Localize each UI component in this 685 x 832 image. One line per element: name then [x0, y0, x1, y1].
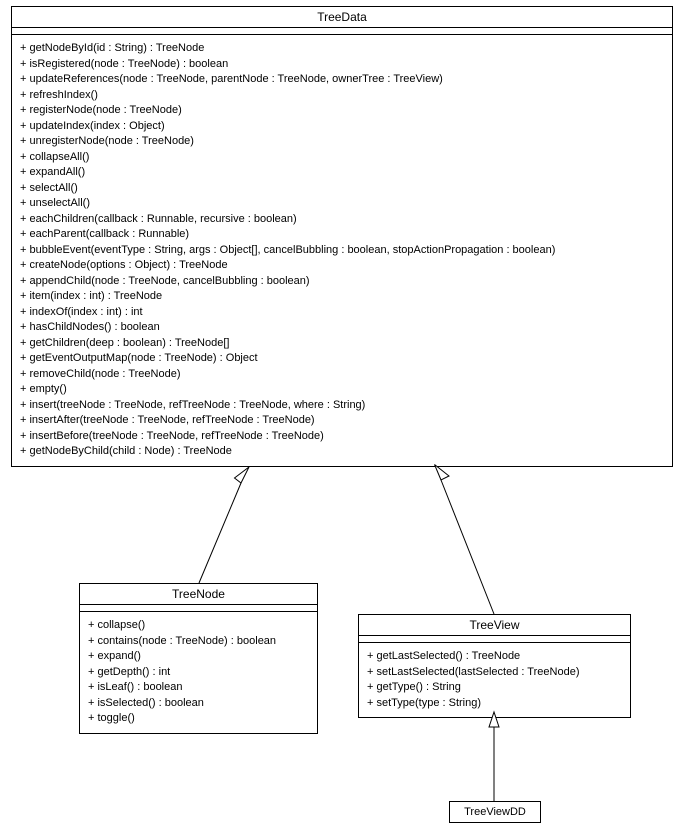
- class-treeviewdd: TreeViewDD: [449, 801, 541, 823]
- operation: + isSelected() : boolean: [88, 696, 309, 712]
- class-treedata: TreeData + getNodeById(id : String) : Tr…: [11, 6, 673, 467]
- class-attrs: [12, 28, 672, 35]
- operation: + getChildren(deep : boolean) : TreeNode…: [20, 336, 664, 352]
- operation: + item(index : int) : TreeNode: [20, 289, 664, 305]
- operation: + unselectAll(): [20, 196, 664, 212]
- operation: + insert(treeNode : TreeNode, refTreeNod…: [20, 398, 664, 414]
- operation: + contains(node : TreeNode) : boolean: [88, 634, 309, 650]
- operation: + bubbleEvent(eventType : String, args :…: [20, 243, 664, 259]
- class-title: TreeData: [12, 7, 672, 28]
- operation: + refreshIndex(): [20, 88, 664, 104]
- class-title: TreeNode: [80, 584, 317, 605]
- operation: + removeChild(node : TreeNode): [20, 367, 664, 383]
- operation: + insertBefore(treeNode : TreeNode, refT…: [20, 429, 664, 445]
- operation: + insertAfter(treeNode : TreeNode, refTr…: [20, 413, 664, 429]
- operation: + getDepth() : int: [88, 665, 309, 681]
- operation: + collapseAll(): [20, 150, 664, 166]
- operation: + indexOf(index : int) : int: [20, 305, 664, 321]
- operation: + appendChild(node : TreeNode, cancelBub…: [20, 274, 664, 290]
- operation: + expandAll(): [20, 165, 664, 181]
- class-ops: + collapse()+ contains(node : TreeNode) …: [80, 612, 317, 733]
- class-ops: + getNodeById(id : String) : TreeNode+ i…: [12, 35, 672, 466]
- class-treenode: TreeNode + collapse()+ contains(node : T…: [79, 583, 318, 734]
- operation: + expand(): [88, 649, 309, 665]
- operation: + eachParent(callback : Runnable): [20, 227, 664, 243]
- operation: + createNode(options : Object) : TreeNod…: [20, 258, 664, 274]
- class-attrs: [80, 605, 317, 612]
- operation: + getLastSelected() : TreeNode: [367, 649, 622, 665]
- operation: + getNodeByChild(child : Node) : TreeNod…: [20, 444, 664, 460]
- class-title: TreeView: [359, 615, 630, 636]
- operation: + selectAll(): [20, 181, 664, 197]
- operation: + hasChildNodes() : boolean: [20, 320, 664, 336]
- operation: + getType() : String: [367, 680, 622, 696]
- class-treeview: TreeView + getLastSelected() : TreeNode+…: [358, 614, 631, 718]
- operation: + empty(): [20, 382, 664, 398]
- operation: + toggle(): [88, 711, 309, 727]
- operation: + updateIndex(index : Object): [20, 119, 664, 135]
- operation: + unregisterNode(node : TreeNode): [20, 134, 664, 150]
- operation: + collapse(): [88, 618, 309, 634]
- operation: + eachChildren(callback : Runnable, recu…: [20, 212, 664, 228]
- operation: + getNodeById(id : String) : TreeNode: [20, 41, 664, 57]
- operation: + isRegistered(node : TreeNode) : boolea…: [20, 57, 664, 73]
- operation: + setType(type : String): [367, 696, 622, 712]
- operation: + getEventOutputMap(node : TreeNode) : O…: [20, 351, 664, 367]
- class-ops: + getLastSelected() : TreeNode+ setLastS…: [359, 643, 630, 717]
- class-attrs: [359, 636, 630, 643]
- operation: + registerNode(node : TreeNode): [20, 103, 664, 119]
- class-title: TreeViewDD: [464, 806, 526, 818]
- operation: + setLastSelected(lastSelected : TreeNod…: [367, 665, 622, 681]
- operation: + isLeaf() : boolean: [88, 680, 309, 696]
- operation: + updateReferences(node : TreeNode, pare…: [20, 72, 664, 88]
